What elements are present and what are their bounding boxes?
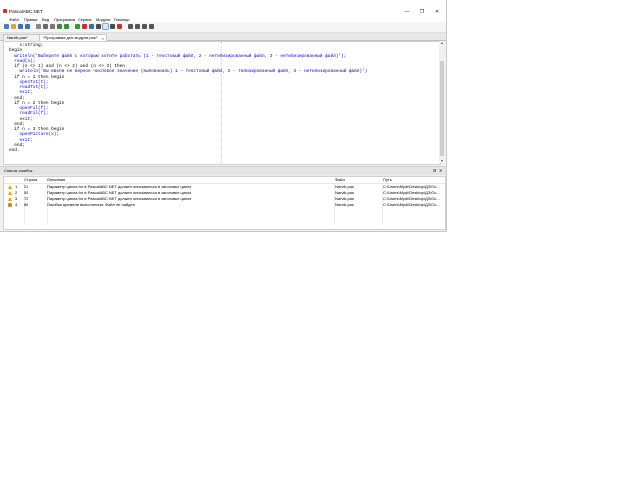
zoom-out-icon[interactable] xyxy=(149,24,154,29)
step-icon[interactable] xyxy=(96,24,101,29)
window-title: PascalABC.NET xyxy=(9,9,43,14)
column-header-path[interactable]: Путь xyxy=(383,177,392,183)
tab-label: *Программа для модуля.pas* xyxy=(43,35,98,40)
copy-icon[interactable] xyxy=(43,24,48,29)
tab-program-module[interactable]: *Программа для модуля.pas* × xyxy=(39,34,107,41)
column-header-line[interactable]: Строка xyxy=(24,177,37,183)
minimize-button[interactable]: — xyxy=(404,10,410,15)
debug-icon[interactable] xyxy=(89,24,94,29)
code-line[interactable]: writeln('Вы ввели не верное числовое зна… xyxy=(9,69,368,74)
code-editor[interactable]: s:string; begin writeln('Выберите файл с … xyxy=(3,41,441,165)
runtime-error-icon xyxy=(8,203,12,207)
run-icon[interactable] xyxy=(75,24,80,29)
breakpoint-icon[interactable] xyxy=(117,24,122,29)
error-file: Narvik.pas xyxy=(335,202,354,207)
error-list: Строка Описание Файл Путь 1 21 Параметр ци… xyxy=(3,176,446,230)
code-text[interactable]: s:string; begin writeln('Выберите файл с … xyxy=(9,43,367,153)
warning-icon xyxy=(8,191,12,195)
error-panel-header: Список ошибок ⊟ ✕ xyxy=(0,166,446,175)
zoom-in-icon[interactable] xyxy=(142,24,147,29)
toolbar xyxy=(0,22,446,33)
error-row[interactable]: 4 86 Ошибка времени выполнения: Файл не на… xyxy=(4,202,445,208)
undo-icon[interactable] xyxy=(57,24,62,29)
save-icon[interactable] xyxy=(18,24,23,29)
tab-label: Narvik.pas* xyxy=(7,35,28,40)
column-header-file[interactable]: Файл xyxy=(335,177,345,183)
restore-button[interactable]: ❐ xyxy=(419,10,425,15)
code-line[interactable]: writeln('Выберите файл с которым хотите … xyxy=(9,54,367,59)
column-header-description[interactable]: Описание xyxy=(47,177,65,183)
step-out-icon[interactable] xyxy=(110,24,115,29)
tab-narvik[interactable]: Narvik.pas* xyxy=(3,34,41,41)
save-all-icon[interactable] xyxy=(25,24,30,29)
scroll-up-icon[interactable]: ▲ xyxy=(439,41,445,45)
error-panel-title: Список ошибок xyxy=(4,168,33,173)
scroll-down-icon[interactable]: ▼ xyxy=(439,159,445,163)
find-icon[interactable] xyxy=(135,24,140,29)
pin-icon[interactable]: ⊟ xyxy=(433,168,436,174)
error-number: 4 xyxy=(15,202,18,207)
stop-icon[interactable] xyxy=(82,24,87,29)
paste-icon[interactable] xyxy=(50,24,55,29)
warning-icon xyxy=(8,185,12,189)
code-line[interactable]: end. xyxy=(9,148,367,153)
error-list-header: Строка Описание Файл Путь xyxy=(4,177,445,184)
cut-icon[interactable] xyxy=(36,24,41,29)
ide-window: PascalABC.NET — ❐ ✕ Файл Правка Вид Прог… xyxy=(0,0,447,232)
step-into-icon[interactable] xyxy=(102,23,109,30)
error-line: 86 xyxy=(24,202,29,207)
format-icon[interactable] xyxy=(128,24,133,29)
redo-icon[interactable] xyxy=(64,24,69,29)
scroll-thumb[interactable] xyxy=(440,61,444,156)
error-path: C:\Users\Mydi\Desktop\ДЗ\Ос... xyxy=(383,202,440,207)
new-file-icon[interactable] xyxy=(4,24,9,29)
app-icon xyxy=(3,9,7,13)
title-bar: PascalABC.NET — ❐ ✕ xyxy=(0,0,446,16)
error-description: Ошибка времени выполнения: Файл не найде… xyxy=(47,202,135,207)
warning-icon xyxy=(8,197,12,201)
open-icon[interactable] xyxy=(11,24,16,29)
tab-strip: Narvik.pas* *Программа для модуля.pas* × xyxy=(0,33,446,41)
close-button[interactable]: ✕ xyxy=(434,10,440,15)
close-icon[interactable]: ✕ xyxy=(439,168,442,174)
editor-scrollbar[interactable]: ▲ ▼ xyxy=(439,41,445,163)
